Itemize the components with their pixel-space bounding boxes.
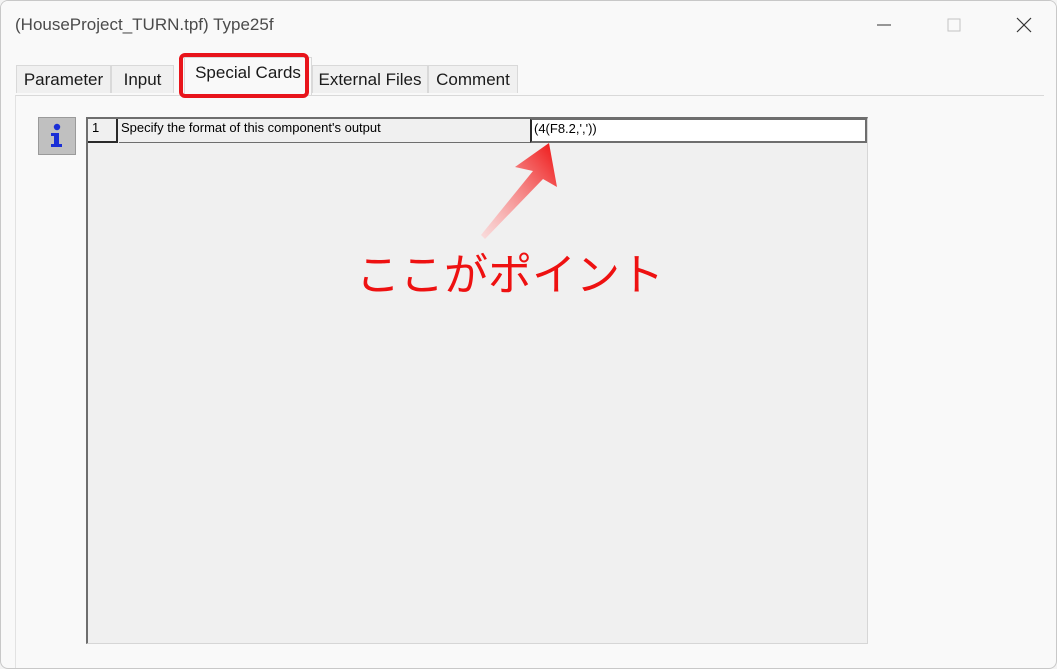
close-button[interactable] <box>1001 7 1047 43</box>
title-bar[interactable]: (HouseProject_TURN.tpf) Type25f <box>1 1 1056 51</box>
tab-parameter[interactable]: Parameter <box>16 65 111 93</box>
application-window: (HouseProject_TURN.tpf) Type25f Paramete… <box>0 0 1057 669</box>
info-button[interactable] <box>38 117 76 155</box>
row-number-cell: 1 <box>88 119 118 143</box>
row-description-cell: Specify the format of this component's o… <box>119 119 530 143</box>
tab-input[interactable]: Input <box>111 65 174 93</box>
tab-strip: Parameter Input Special Cards External F… <box>16 57 1016 95</box>
tab-comment[interactable]: Comment <box>428 65 518 93</box>
minimize-icon <box>877 24 891 26</box>
annotation-label: ここがポイント <box>356 250 664 301</box>
info-icon <box>51 123 62 147</box>
close-icon <box>1016 17 1032 33</box>
tab-external-files[interactable]: External Files <box>312 65 428 93</box>
tab-special-cards[interactable]: Special Cards <box>184 57 312 95</box>
window-title: (HouseProject_TURN.tpf) Type25f <box>15 15 274 34</box>
maximize-icon <box>947 18 961 32</box>
maximize-button[interactable] <box>931 7 977 43</box>
minimize-button[interactable] <box>861 7 907 43</box>
annotation-arrow-icon <box>481 143 557 239</box>
